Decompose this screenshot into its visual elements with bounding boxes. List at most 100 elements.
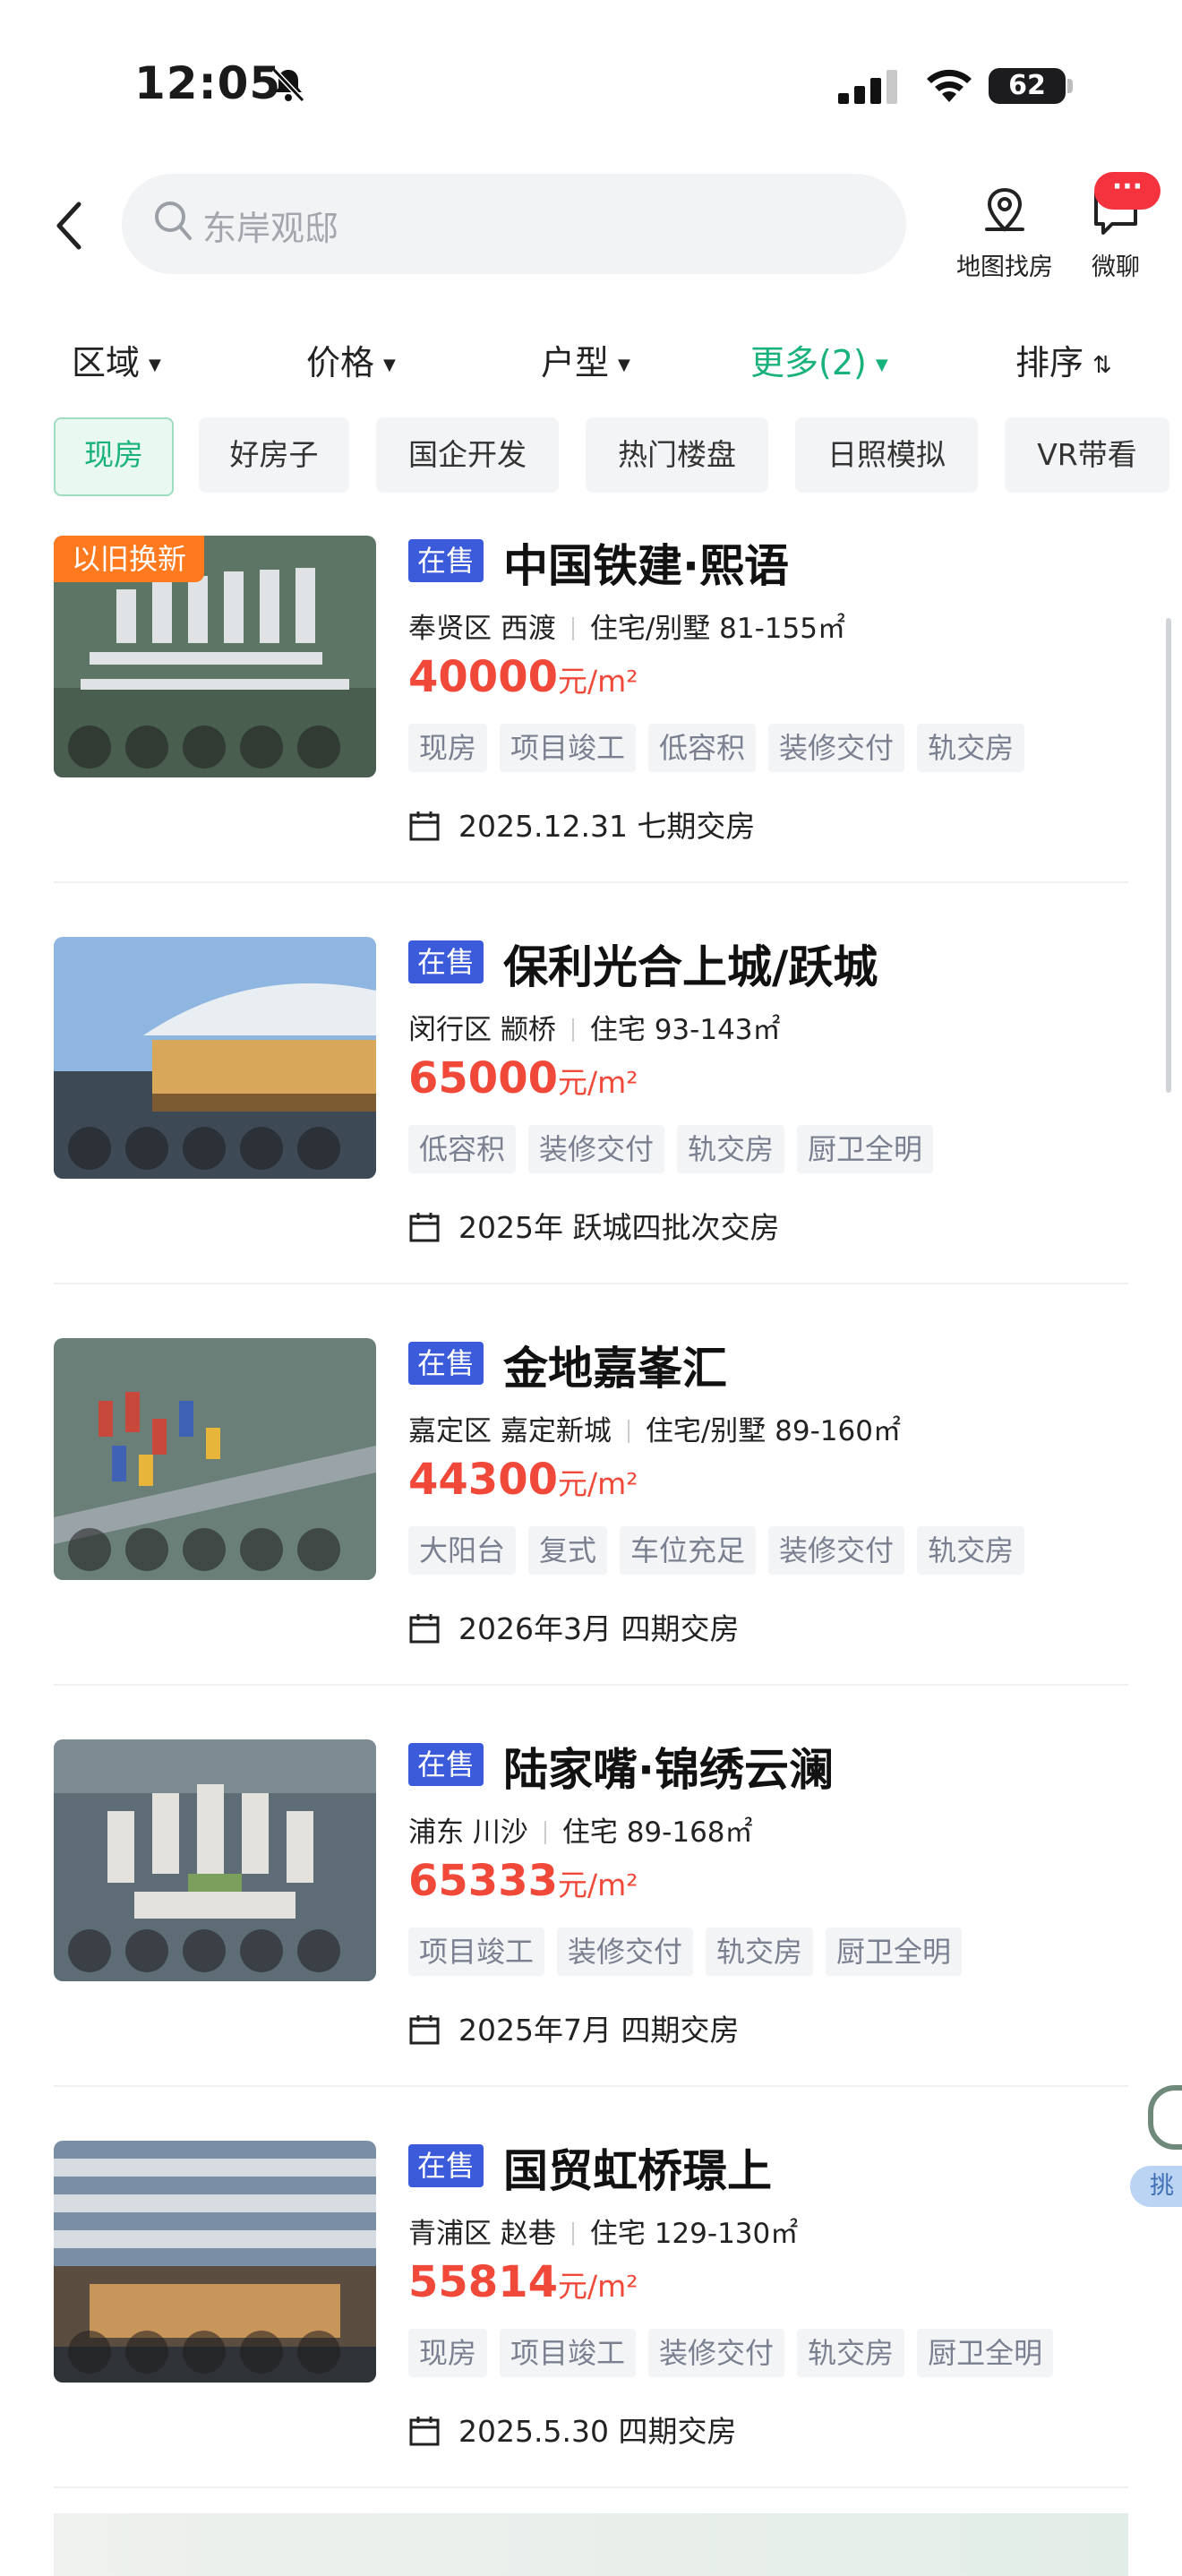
price-value: 65333 (408, 1856, 558, 1906)
listing-title[interactable]: 中国铁建·熙语 (503, 530, 789, 595)
listing-card[interactable]: 在售 保利光合上城/跃城 闵行区 颛桥 住宅 93-143㎡ 65000元/m² … (0, 937, 1182, 1338)
listing-title[interactable]: 陆家嘴·锦绣云澜 (503, 1734, 834, 1799)
listing-address: 奉贤区 西渡 住宅/别墅 81-155㎡ (408, 605, 845, 646)
sandtable-icon (183, 1929, 226, 1972)
listing-title[interactable]: 国贸虹桥璟上 (503, 2135, 772, 2200)
chip-good-house[interactable]: 好房子 (199, 417, 349, 493)
listing-price: 65333元/m² (408, 1856, 638, 1906)
media-icons (68, 2331, 355, 2374)
filter-price[interactable]: 价格 ▼ (306, 335, 396, 384)
listing-tags: 现房 项目竣工 装修交付 轨交房 厨卫全明 (408, 2329, 1066, 2377)
filter-sort[interactable]: 排序 ⇅ (1015, 335, 1112, 384)
sunlight-icon (125, 2331, 168, 2374)
status-time: 12:05 (134, 57, 282, 109)
filter-layout[interactable]: 户型 ▼ (541, 335, 630, 384)
media-icons (68, 1528, 355, 1571)
listing-title[interactable]: 金地嘉峯汇 (503, 1333, 727, 1397)
battery-indicator: 62 (989, 68, 1066, 104)
feature-tag: 现房 (408, 724, 488, 772)
calendar-icon (409, 1213, 440, 1242)
feature-tag: 装修交付 (528, 1125, 665, 1173)
gallery-icon (297, 1528, 340, 1571)
media-icons (68, 1127, 355, 1170)
audio-icon (297, 1127, 340, 1170)
divider (571, 1018, 574, 1042)
listing-tags: 项目竣工 装修交付 轨交房 厨卫全明 (408, 1928, 974, 1976)
listing-district: 奉贤区 西渡 (408, 613, 556, 645)
listing-tags: 低容积 装修交付 轨交房 厨卫全明 (408, 1125, 946, 1173)
price-unit: 元/m² (558, 2269, 638, 2304)
delivery-text: 2025年 跃城四批次交房 (458, 1210, 780, 1245)
sunlight-icon (240, 1929, 283, 1972)
divider (544, 1821, 546, 1844)
listing-type: 住宅 129-130㎡ (589, 2218, 799, 2250)
row-divider (54, 1283, 1128, 1284)
feature-tag: 厨卫全明 (826, 1928, 963, 1976)
listing-tags: 现房 项目竣工 低容积 装修交付 轨交房 (408, 724, 1037, 772)
sort-arrows-icon: ⇅ (1092, 351, 1112, 379)
listing-district: 闵行区 颛桥 (408, 1014, 556, 1046)
calendar-icon (409, 2015, 440, 2045)
cellular-signal-icon (838, 70, 897, 104)
filter-more-label: 更多(2) (750, 343, 867, 382)
home-icon (68, 1528, 111, 1571)
filter-layout-label: 户型 (541, 343, 610, 382)
feature-tag: 项目竣工 (500, 724, 637, 772)
feature-tag: 复式 (528, 1526, 608, 1575)
row-divider (54, 1684, 1128, 1686)
chat-unread-badge: ··· (1094, 172, 1161, 210)
scrollbar[interactable] (1166, 618, 1171, 1093)
wifi-icon (927, 69, 972, 102)
delivery-info: 2025年7月 四期交房 (408, 2006, 739, 2049)
audio-icon (183, 1528, 226, 1571)
feature-tag: 装修交付 (768, 1526, 905, 1575)
chip-hot-projects[interactable]: 热门楼盘 (586, 417, 768, 493)
home-icon (68, 1929, 111, 1972)
calendar-icon (409, 811, 440, 841)
audio-icon (183, 2331, 226, 2374)
listing-title[interactable]: 保利光合上城/跃城 (503, 932, 878, 996)
listing-address: 闵行区 颛桥 住宅 93-143㎡ (408, 1007, 781, 1047)
media-icons (68, 726, 355, 769)
audio-icon (183, 726, 226, 769)
status-badge: 在售 (408, 1342, 484, 1385)
chip-state-developer[interactable]: 国企开发 (376, 417, 559, 493)
floorplan-icon (125, 1929, 168, 1972)
listing-card[interactable]: 在售 陆家嘴·锦绣云澜 浦东 川沙 住宅 89-168㎡ 65333元/m² 项目… (0, 1739, 1182, 2141)
listing-price: 44300元/m² (408, 1455, 638, 1505)
listing-district: 青浦区 赵巷 (408, 2218, 556, 2250)
listing-district: 浦东 川沙 (408, 1816, 528, 1849)
listing-address: 浦东 川沙 住宅 89-168㎡ (408, 1809, 753, 1850)
map-search-button[interactable]: 地图找房 (942, 185, 1067, 282)
feature-tag: 装修交付 (648, 2329, 785, 2377)
feature-tag: 轨交房 (677, 1125, 785, 1173)
floating-tab[interactable]: 挑 (1130, 2166, 1182, 2207)
chip-sunlight-simulation[interactable]: 日照模拟 (795, 417, 978, 493)
price-value: 55814 (408, 2257, 558, 2307)
caret-down-icon: ▼ (618, 356, 630, 374)
filter-district-label: 区域 (72, 343, 141, 382)
chip-vr-tour[interactable]: VR带看 (1005, 417, 1169, 493)
map-search-label: 地图找房 (956, 253, 1053, 281)
chip-ready-house[interactable]: 现房 (54, 417, 174, 496)
listing-card[interactable]: 以旧换新 在售 中国铁建·熙语 奉贤区 西渡 住宅/别墅 81-155㎡ 4000… (0, 536, 1182, 937)
feature-tag: 大阳台 (408, 1526, 517, 1575)
home-icon (68, 1127, 111, 1170)
listing-district: 嘉定区 嘉定新城 (408, 1415, 612, 1447)
caret-down-icon: ▼ (875, 356, 888, 374)
sunlight-icon (125, 1528, 168, 1571)
sandtable-icon (183, 1127, 226, 1170)
feature-tag: 装修交付 (557, 1928, 694, 1976)
listing-card[interactable]: 在售 国贸虹桥璟上 青浦区 赵巷 住宅 129-130㎡ 55814元/m² 现房… (0, 2141, 1182, 2542)
filter-more[interactable]: 更多(2) ▼ (750, 335, 888, 384)
filter-sort-label: 排序 (1015, 343, 1084, 382)
back-arrow-icon[interactable] (50, 199, 90, 253)
listing-card[interactable]: 在售 金地嘉峯汇 嘉定区 嘉定新城 住宅/别墅 89-160㎡ 44300元/m²… (0, 1338, 1182, 1739)
filter-district[interactable]: 区域 ▼ (72, 335, 161, 384)
price-unit: 元/m² (558, 664, 638, 699)
calendar-icon (409, 1614, 440, 1644)
sunlight-icon (125, 726, 168, 769)
feature-tag: 项目竣工 (500, 2329, 637, 2377)
listing-type: 住宅 89-168㎡ (561, 1816, 753, 1849)
search-input[interactable]: 东岸观邸 (202, 201, 338, 250)
